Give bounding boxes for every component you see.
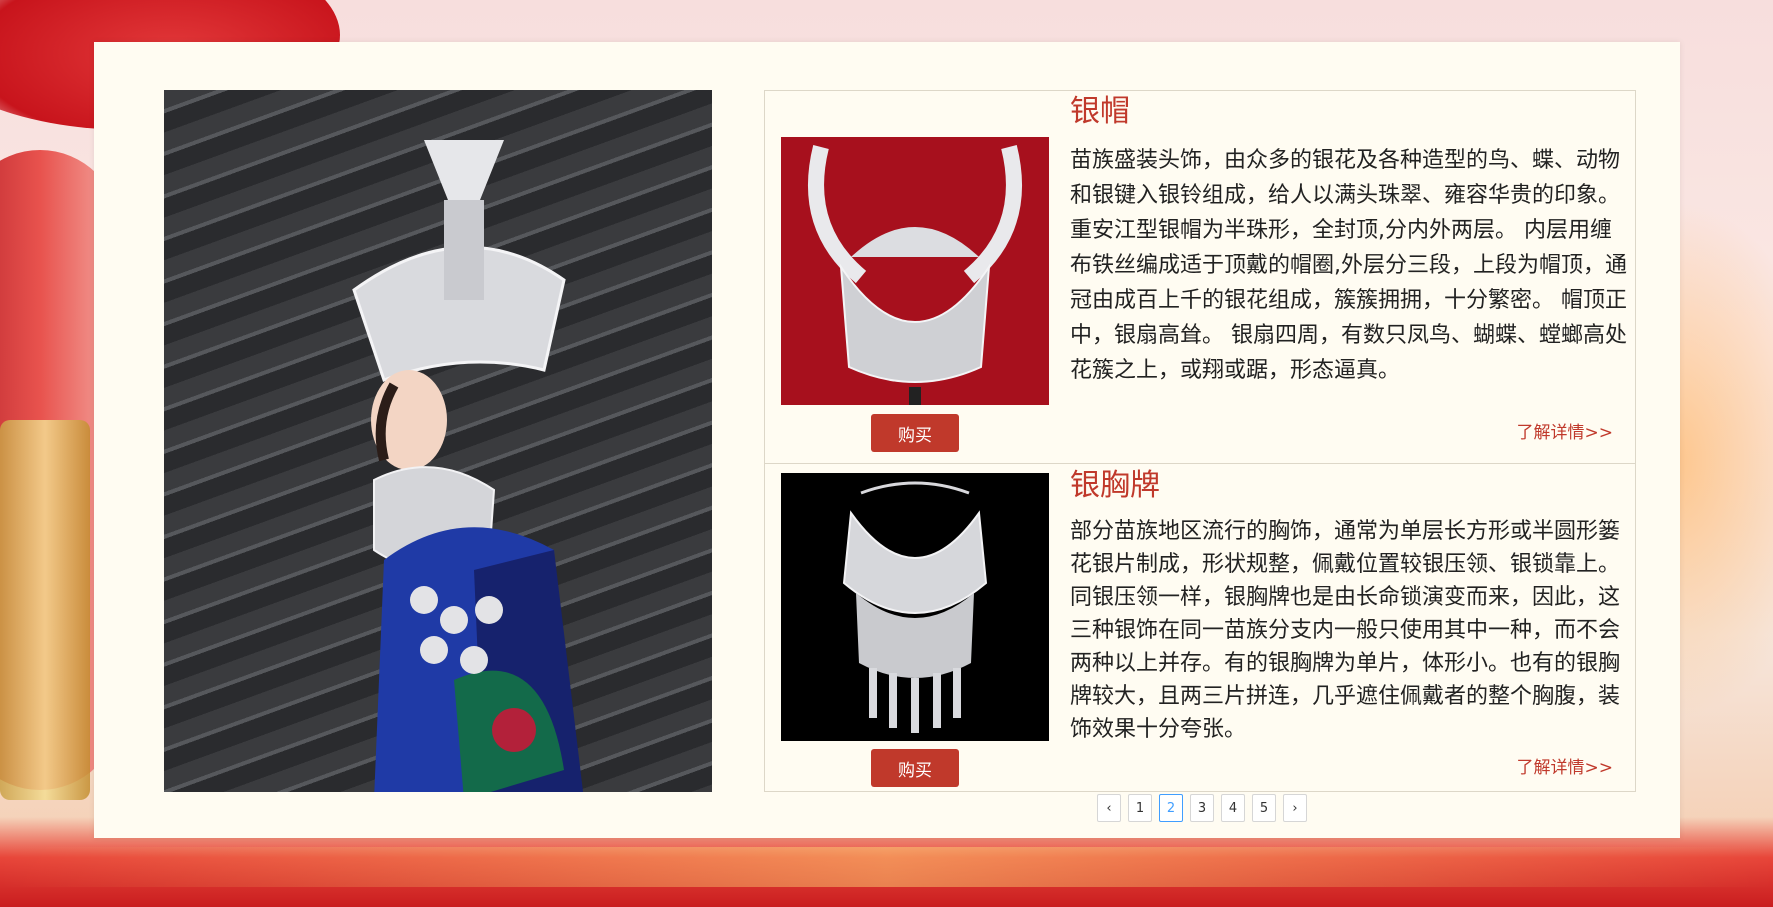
item-description: 部分苗族地区流行的胸饰，通常为单层长方形或半圆形篓花银片制成，形状规整，佩戴位置…: [1070, 519, 1621, 742]
page-button-2[interactable]: 2: [1159, 794, 1183, 822]
silver-hat-image: [781, 137, 1049, 405]
chevron-right-icon: ›: [1292, 800, 1298, 816]
buy-button[interactable]: 购买: [871, 414, 959, 452]
buy-button[interactable]: 购买: [871, 749, 959, 787]
gold-pillar-decoration: [0, 420, 90, 800]
hero-image: [164, 90, 712, 792]
details-link[interactable]: 了解详情>>: [1517, 418, 1614, 443]
item-description: 苗族盛装头饰，由众多的银花及各种造型的鸟、蝶、动物和银键入银铃组成，给人以满头珠…: [1070, 148, 1627, 383]
silver-hat-illustration: [808, 145, 1022, 405]
silver-breastplate-illustration: [842, 481, 988, 733]
item-title: 银帽: [1070, 94, 1130, 129]
bottom-glow-decoration: [0, 847, 1773, 887]
page-button-4[interactable]: 4: [1221, 794, 1245, 822]
miao-woman-silver-costume-image: [352, 140, 584, 792]
silver-breastplate-image: [781, 473, 1049, 741]
list-item: 购买 银帽 苗族盛装头饰，由众多的银花及各种造型的鸟、蝶、动物和银键入银铃组成，…: [765, 91, 1635, 464]
details-link[interactable]: 了解详情>>: [1517, 753, 1614, 778]
product-list: 购买 银帽 苗族盛装头饰，由众多的银花及各种造型的鸟、蝶、动物和银键入银铃组成，…: [764, 90, 1636, 792]
item-title: 银胸牌: [1070, 468, 1160, 503]
chevron-left-icon: ‹: [1106, 800, 1112, 816]
prev-page-button[interactable]: ‹: [1097, 794, 1121, 822]
page-button-1[interactable]: 1: [1128, 794, 1152, 822]
page-button-5[interactable]: 5: [1252, 794, 1276, 822]
pagination: ‹ 1 2 3 4 5 ›: [1097, 794, 1307, 822]
page-button-3[interactable]: 3: [1190, 794, 1214, 822]
content-panel: 购买 银帽 苗族盛装头饰，由众多的银花及各种造型的鸟、蝶、动物和银键入银铃组成，…: [94, 42, 1680, 838]
next-page-button[interactable]: ›: [1283, 794, 1307, 822]
list-item: 购买 银胸牌 部分苗族地区流行的胸饰，通常为单层长方形或半圆形篓花银片制成，形状…: [765, 463, 1635, 791]
